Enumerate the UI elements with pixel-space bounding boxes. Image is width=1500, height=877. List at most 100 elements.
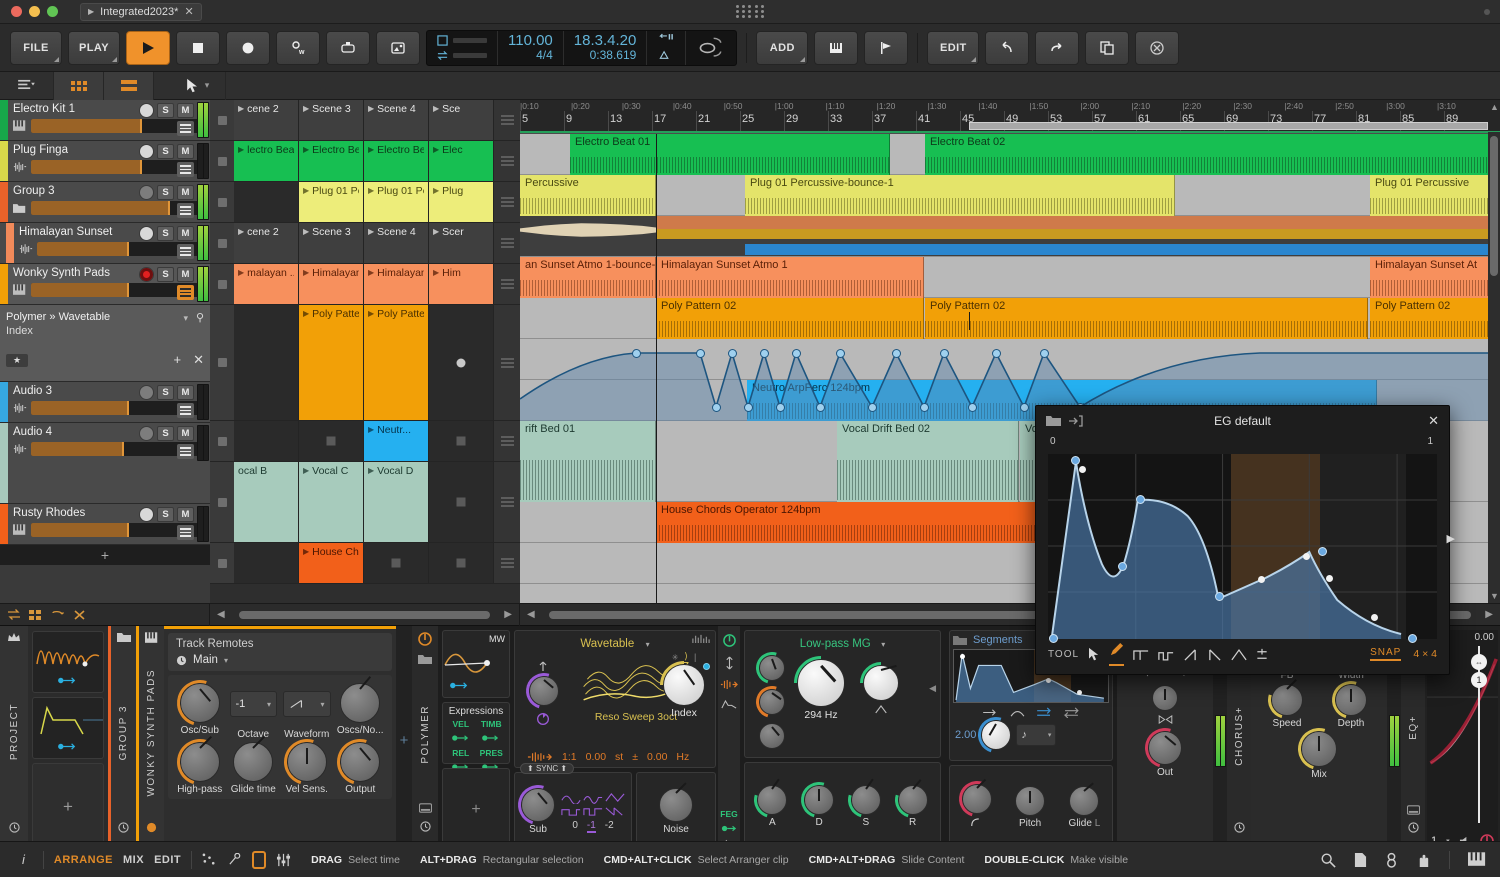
scene-slot[interactable]: ▶ Sce [429,100,494,140]
solo-button[interactable]: S [157,226,174,241]
solo-button[interactable]: S [157,267,174,282]
mute-button[interactable]: M [177,385,194,400]
launcher-hscrollbar[interactable] [238,610,491,619]
automation-node[interactable] [920,403,929,412]
curve-icon[interactable] [1009,707,1026,718]
amp-pan-knob[interactable] [1121,685,1209,729]
pointer-tool-button[interactable]: ▾ [170,71,226,100]
project-strip[interactable]: PROJECT [0,626,28,855]
pin-icon[interactable]: ⚲ [196,311,204,324]
close-icon[interactable]: ✕ [184,5,193,18]
automation-parameter-box[interactable]: Polymer » Wavetable Index ▾ ⚲ ★ + ✕ [0,305,210,382]
mute-button[interactable]: M [177,426,194,441]
filter-type-label[interactable]: Low-pass MG [800,638,871,650]
square-tool[interactable] [1133,648,1149,661]
clip-slot-empty[interactable] [299,421,364,461]
clip-slot[interactable]: ▶Plug 01 Per... [364,182,429,222]
sub-octave-0[interactable]: 0 [572,820,578,833]
clip-row-house[interactable]: ▶House Cho... [210,543,520,584]
eg-modulation-popup[interactable]: EG default ✕ 0 1 ▶ TOOL SNAP 4 × 4 [1035,405,1455,675]
project-modulators[interactable]: + [28,626,108,855]
sync-badge[interactable]: ⬆ SYNC ⬆ [520,763,575,774]
clip-slot[interactable]: ▶ malayan ... [234,264,299,304]
scene-slot[interactable]: ▶ Scene 3 [299,223,364,263]
arranger-clip[interactable]: Poly Pattern 02 [1370,298,1488,339]
eq-band-1-handle[interactable]: 1 [1471,672,1487,688]
chorus-speed-knob[interactable]: Speed [1261,674,1313,729]
tab-mix[interactable]: MIX [123,854,144,866]
clip-slot-empty[interactable] [429,305,494,420]
clip-slot[interactable]: ▶Himalayan ... [299,264,364,304]
record-arm-button[interactable] [139,267,154,282]
record-arm-button[interactable] [139,507,154,522]
scene-slot[interactable]: ▶ Scene 4 [364,223,429,263]
filter-velocity-knob[interactable] [750,680,794,724]
solo-button[interactable]: S [157,103,174,118]
automation-node[interactable] [1040,349,1049,358]
track-header-electro-kit-1[interactable]: Electro Kit 1 S M [0,100,210,141]
clip-menu-button[interactable] [494,305,520,420]
index-control[interactable]: ✳ ⟩ | Index [650,651,718,719]
add-device-button[interactable]: + [396,626,412,855]
clip-slot-empty[interactable] [429,462,494,542]
clip-slot[interactable]: ▶Poly Patter... [364,305,429,420]
clip-slot[interactable]: ocal B [234,462,299,542]
record-arm-button[interactable] [139,103,154,118]
clip-slot-empty[interactable] [429,421,494,461]
clip-menu-button[interactable] [494,264,520,304]
track-lanes-button[interactable] [177,403,194,418]
clip-stop-button[interactable] [210,462,234,542]
delete-button[interactable] [1135,30,1180,65]
ramp-down-tool[interactable] [1207,648,1222,661]
automation-node[interactable] [1020,403,1029,412]
arranger-vscrollbar[interactable]: ▲ ▼ [1488,102,1500,603]
info-icon[interactable]: i [14,852,33,867]
marker-button[interactable] [864,30,909,65]
modulation-view-icon[interactable] [227,853,242,866]
automation-node[interactable] [940,349,949,358]
automation-write-button[interactable]: w [276,30,320,65]
clip-row-poly[interactable]: ▶Poly Patter... ▶Poly Patter... [210,305,520,421]
solo-button[interactable]: S [157,507,174,522]
automation-node[interactable] [836,349,845,358]
clip-menu-button[interactable] [494,141,520,181]
eq-band-pan-handle[interactable]: ⇔ [1471,654,1487,670]
fixed-mode-icon[interactable]: | [694,652,696,662]
track-lanes-button[interactable] [177,162,194,177]
eg-node[interactable] [1118,562,1128,571]
search-icon[interactable] [1320,852,1336,868]
add-polymer-modulator-button[interactable]: + [442,768,510,851]
track-header-audio-4[interactable]: Audio 4 S M [0,423,210,504]
track-lanes-button[interactable] [177,444,194,459]
modulation-out-icon[interactable] [57,672,79,690]
feg-release-knob[interactable]: R [888,775,937,828]
launcher-view-button[interactable] [54,71,104,100]
hand-icon[interactable] [1416,852,1431,868]
lock-icon[interactable] [1385,852,1398,868]
clip-menu-button[interactable] [494,182,520,222]
clip-slot-empty[interactable] [234,182,299,222]
clip-menu-button[interactable] [494,462,520,542]
scene-stop-button[interactable] [210,223,234,263]
filter-resonance-control[interactable] [851,653,911,719]
clip-slot[interactable]: ▶ Neutr... [364,421,429,461]
remotes-page-select[interactable]: Main [193,654,218,666]
close-window-button[interactable] [11,6,22,17]
automation-node[interactable] [696,349,705,358]
solo-button[interactable]: S [157,185,174,200]
mute-button[interactable]: M [177,185,194,200]
track-tools[interactable] [0,603,210,626]
loop-forward-icon[interactable] [1036,707,1053,718]
play-button[interactable] [126,30,170,65]
scene-menu-button[interactable] [494,223,520,263]
remote-knob-oscs-noise[interactable]: Oscs/No... [335,675,387,740]
clip-slot[interactable]: ▶Electro Bea... [299,141,364,181]
filter-strip[interactable]: FEG [718,626,740,855]
mute-button[interactable]: M [177,507,194,522]
keyboard-icon[interactable] [1468,852,1486,867]
metronome-button[interactable] [326,30,370,65]
filter-keytrack-knob[interactable] [750,646,794,690]
arranger-clip[interactable]: Percussive [520,175,656,216]
track-header-plug-finga[interactable]: Plug Finga S M [0,141,210,182]
scroll-right-icon[interactable]: ▶ [504,609,512,620]
